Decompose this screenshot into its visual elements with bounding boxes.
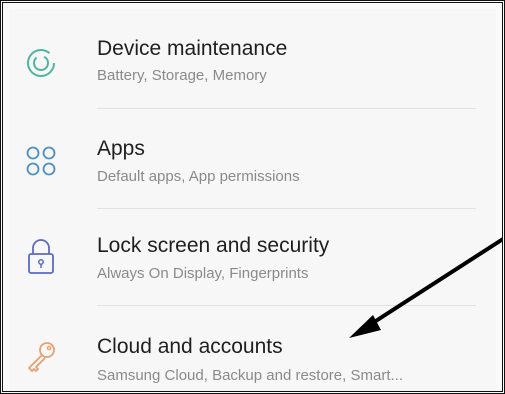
screenshot-frame: Device maintenance Battery, Storage, Mem… xyxy=(0,0,505,394)
lock-icon xyxy=(23,237,59,274)
device-maintenance-icon xyxy=(23,45,59,81)
settings-item-lock-screen[interactable]: Lock screen and security Always On Displ… xyxy=(9,209,496,307)
cloud-accounts-subtitle: Samsung Cloud, Backup and restore, Smart… xyxy=(97,367,403,384)
settings-item-apps[interactable]: Apps Default apps, App permissions xyxy=(9,109,496,207)
lock-screen-title: Lock screen and security xyxy=(97,234,330,257)
settings-item-cloud-accounts[interactable]: Cloud and accounts Samsung Cloud, Backup… xyxy=(9,306,496,391)
cloud-accounts-title: Cloud and accounts xyxy=(97,335,283,358)
apps-subtitle: Default apps, App permissions xyxy=(97,168,300,185)
key-icon xyxy=(23,338,59,374)
apps-grid-icon xyxy=(23,143,59,179)
device-maintenance-title: Device maintenance xyxy=(97,37,288,60)
lock-screen-subtitle: Always On Display, Fingerprints xyxy=(97,265,309,282)
apps-title: Apps xyxy=(97,137,145,160)
settings-list: Device maintenance Battery, Storage, Mem… xyxy=(9,9,496,391)
device-maintenance-subtitle: Battery, Storage, Memory xyxy=(97,67,267,84)
settings-item-device-maintenance[interactable]: Device maintenance Battery, Storage, Mem… xyxy=(9,9,496,107)
